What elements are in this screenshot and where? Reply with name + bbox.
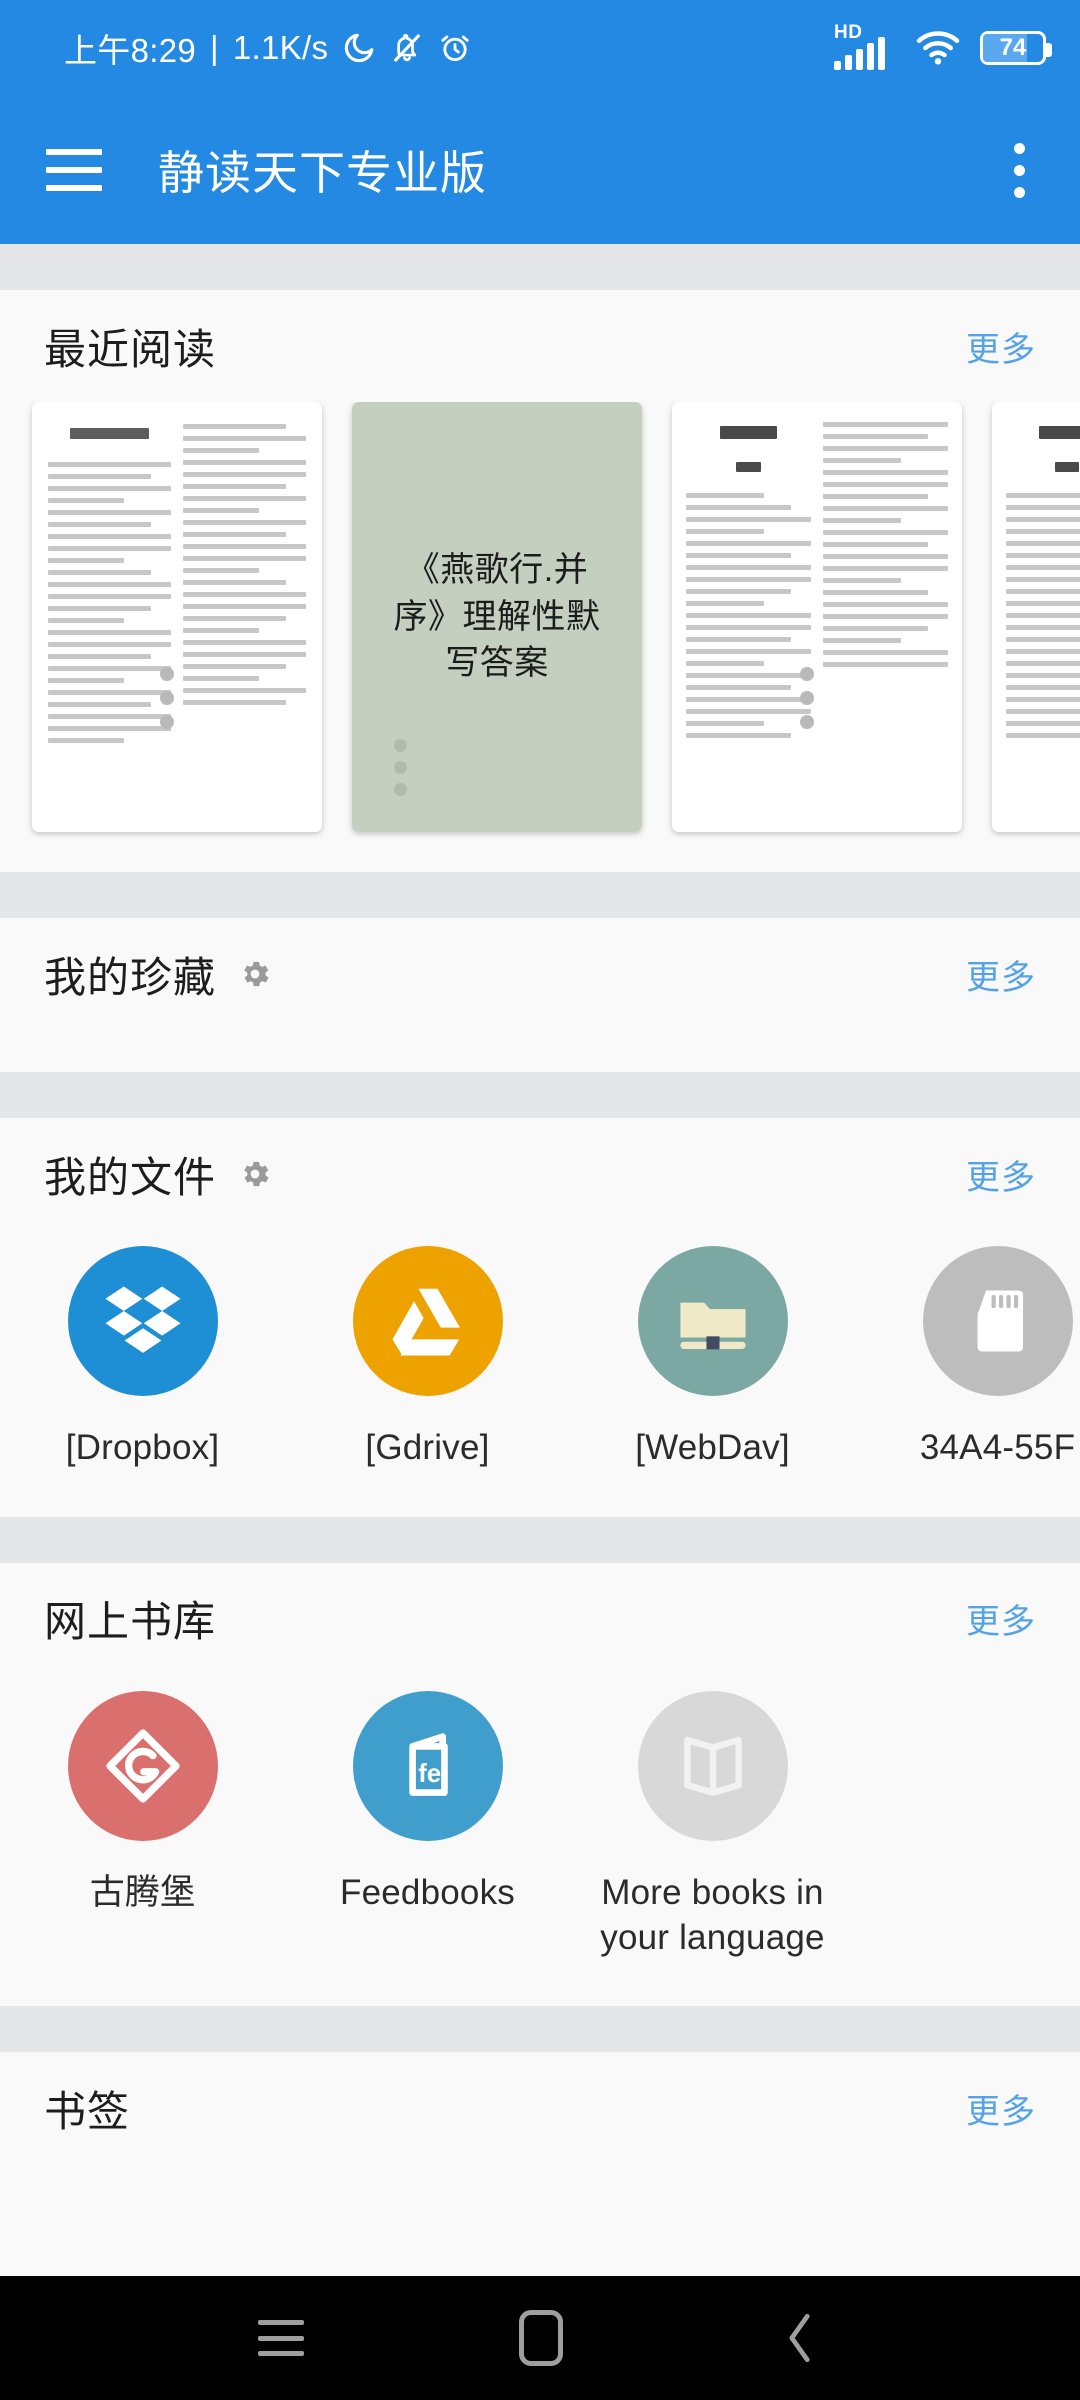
library-source-feedbooks[interactable]: fe Feedbooks bbox=[285, 1690, 570, 1961]
alarm-icon bbox=[438, 31, 472, 65]
recents-icon[interactable] bbox=[257, 2320, 304, 2356]
app-bar: 静读天下专业版 bbox=[0, 96, 1080, 244]
status-bar-right: HD 74 bbox=[834, 22, 1052, 70]
section-my-files: 我的文件 更多 [Dropbox] [Gdrive] [WebDav] 34A4… bbox=[0, 1118, 1080, 1517]
open-book-icon bbox=[637, 1690, 788, 1841]
hamburger-icon[interactable] bbox=[46, 149, 102, 191]
section-divider bbox=[0, 1516, 1080, 1563]
section-divider bbox=[0, 244, 1080, 290]
gear-icon[interactable] bbox=[238, 957, 272, 991]
section-divider bbox=[0, 1072, 1080, 1118]
home-icon[interactable] bbox=[518, 2310, 563, 2366]
section-divider bbox=[0, 872, 1080, 918]
section-my-collection: 我的珍藏 更多 bbox=[0, 918, 1080, 1072]
online-library-title: 网上书库 bbox=[44, 1598, 217, 1646]
system-navigation-bar bbox=[0, 2276, 1080, 2400]
status-netspeed: 1.1K/s bbox=[232, 29, 329, 66]
book-cover-title: 《燕歌行.并序》理解性默写答案 bbox=[393, 550, 601, 683]
library-source-label: Feedbooks bbox=[340, 1872, 515, 1912]
file-source-label: [WebDav] bbox=[635, 1428, 790, 1467]
app-screen: 上午8:29 | 1.1K/s HD 74 静读天下专业版 最近阅读 更多 《燕… bbox=[0, 0, 1080, 2400]
svg-text:fe: fe bbox=[418, 1760, 441, 1788]
moon-icon bbox=[342, 31, 376, 65]
my-files-list[interactable]: [Dropbox] [Gdrive] [WebDav] 34A4-55F bbox=[0, 1230, 1080, 1517]
bookmarks-header: 书签 更多 bbox=[0, 2052, 1080, 2164]
gdrive-icon bbox=[352, 1246, 503, 1396]
file-source-label: [Dropbox] bbox=[65, 1428, 220, 1467]
bell-off-icon bbox=[390, 31, 424, 65]
back-icon[interactable] bbox=[778, 2309, 822, 2367]
library-source-label: More books in your language bbox=[600, 1872, 825, 1957]
dropbox-icon bbox=[67, 1246, 218, 1396]
recent-reading-header: 最近阅读 更多 bbox=[0, 290, 1080, 402]
library-source-gutenberg[interactable]: 古腾堡 bbox=[0, 1690, 285, 1961]
gutenberg-icon bbox=[67, 1690, 218, 1841]
file-source-webdav[interactable]: [WebDav] bbox=[570, 1246, 855, 1471]
my-files-title: 我的文件 bbox=[44, 1153, 217, 1201]
book-thumbnail[interactable]: 《燕歌行.并序》理解性默写答案 bbox=[352, 402, 642, 832]
signal-bars-icon: HD bbox=[834, 22, 896, 70]
bookmarks-more-link[interactable]: 更多 bbox=[966, 2084, 1036, 2133]
my-collection-more-link[interactable]: 更多 bbox=[966, 950, 1036, 999]
recent-books-list[interactable]: 《燕歌行.并序》理解性默写答案 bbox=[0, 402, 1080, 872]
online-library-list[interactable]: 古腾堡 fe Feedbooks More books in your lang… bbox=[0, 1675, 1080, 2007]
section-divider bbox=[0, 2006, 1080, 2053]
progress-dots-icon bbox=[394, 739, 407, 796]
section-online-library: 网上书库 更多 古腾堡 fe Feedbooks More books in y… bbox=[0, 1562, 1080, 2007]
battery-icon: 74 bbox=[980, 31, 1052, 65]
status-time: 上午8:29 bbox=[64, 32, 197, 69]
sdcard-icon bbox=[922, 1246, 1073, 1396]
page-title: 静读天下专业版 bbox=[158, 147, 487, 199]
online-library-more-link[interactable]: 更多 bbox=[966, 1594, 1036, 1643]
my-files-more-link[interactable]: 更多 bbox=[966, 1150, 1036, 1199]
file-source-dropbox[interactable]: [Dropbox] bbox=[0, 1246, 285, 1471]
library-source-more-books[interactable]: More books in your language bbox=[570, 1690, 855, 1961]
my-collection-title: 我的珍藏 bbox=[44, 953, 217, 1001]
online-library-header: 网上书库 更多 bbox=[0, 1563, 1080, 1675]
file-source-label: [Gdrive] bbox=[365, 1428, 490, 1467]
my-collection-header: 我的珍藏 更多 bbox=[0, 918, 1080, 1030]
feedbooks-icon: fe bbox=[352, 1690, 503, 1841]
my-files-header: 我的文件 更多 bbox=[0, 1118, 1080, 1230]
recent-reading-title: 最近阅读 bbox=[44, 325, 217, 373]
progress-dots-icon bbox=[799, 666, 814, 729]
library-source-label: 古腾堡 bbox=[89, 1872, 196, 1912]
section-bookmarks: 书签 更多 bbox=[0, 2052, 1080, 2165]
bookmarks-title: 书签 bbox=[44, 2087, 131, 2135]
wifi-icon bbox=[914, 29, 962, 67]
status-bar: 上午8:29 | 1.1K/s HD 74 bbox=[0, 0, 1080, 96]
file-source-label: 34A4-55F bbox=[919, 1428, 1076, 1467]
file-source-gdrive[interactable]: [Gdrive] bbox=[285, 1246, 570, 1471]
book-thumbnail[interactable] bbox=[32, 402, 322, 832]
book-thumbnail[interactable] bbox=[992, 402, 1080, 832]
recent-reading-more-link[interactable]: 更多 bbox=[966, 322, 1036, 371]
webdav-icon bbox=[637, 1246, 788, 1396]
gear-icon[interactable] bbox=[238, 1157, 272, 1191]
status-separator: | bbox=[210, 29, 219, 66]
file-source-sdcard[interactable]: 34A4-55F bbox=[855, 1246, 1080, 1471]
status-bar-left: 上午8:29 | 1.1K/s bbox=[64, 24, 472, 72]
book-thumbnail[interactable] bbox=[672, 402, 962, 832]
kebab-menu-icon[interactable] bbox=[1012, 142, 1026, 198]
progress-dots-icon bbox=[159, 666, 174, 729]
section-recent-reading: 最近阅读 更多 《燕歌行.并序》理解性默写答案 bbox=[0, 290, 1080, 872]
battery-level: 74 bbox=[999, 34, 1027, 61]
